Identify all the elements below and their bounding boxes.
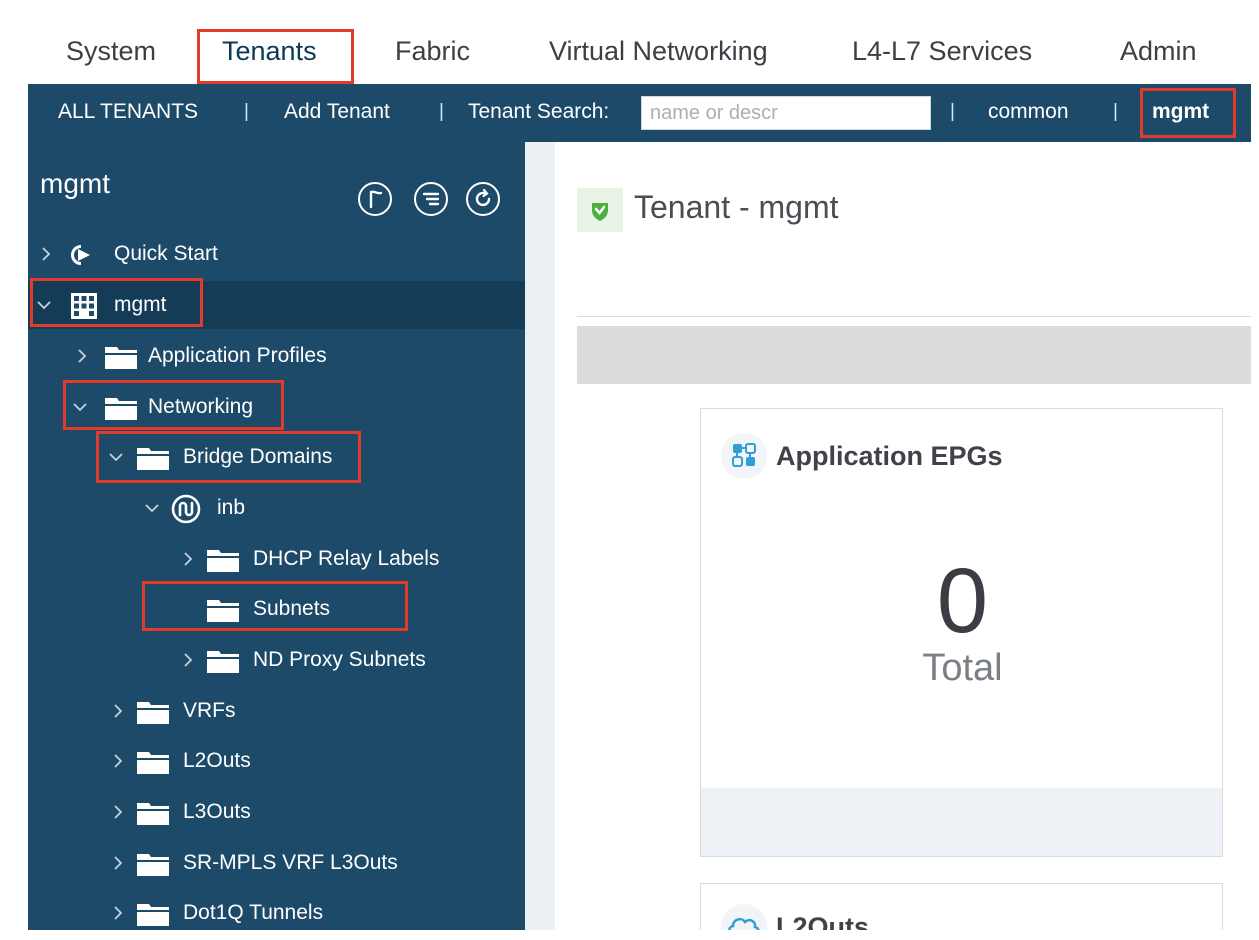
separator: | <box>950 101 955 122</box>
separator: | <box>244 101 249 122</box>
page-title: Tenant - mgmt <box>634 189 839 225</box>
card-footer <box>701 788 1222 856</box>
navigation-sidebar: mgmt Quick Start mgmt Application Profil… <box>28 142 525 930</box>
tab-fabric[interactable]: Fabric <box>395 36 470 67</box>
filter-list-icon[interactable] <box>414 182 448 216</box>
refresh-icon[interactable] <box>466 182 500 216</box>
epg-count: 0 <box>936 550 989 652</box>
tree-item-l3outs[interactable]: L3Outs <box>28 788 525 836</box>
chevron-right-icon[interactable] <box>38 243 54 265</box>
tree-item-label: Dot1Q Tunnels <box>183 901 324 924</box>
top-navigation: System Tenants Fabric Virtual Networking… <box>10 10 1251 84</box>
folder-icon <box>137 803 169 825</box>
application-epgs-card[interactable]: Application EPGs 0 Total <box>700 408 1223 857</box>
tab-admin[interactable]: Admin <box>1120 36 1197 67</box>
folder-icon <box>137 702 169 724</box>
pin-icon[interactable] <box>358 182 392 216</box>
tree-item-label: Quick Start <box>114 242 218 265</box>
chevron-down-icon[interactable] <box>108 446 124 468</box>
card-title: Application EPGs <box>776 441 1003 471</box>
epg-count-caption: Total <box>922 647 1003 689</box>
tree-item-bridge-domains[interactable]: Bridge Domains <box>28 433 525 481</box>
main-content: Tenant - mgmt Application EPGs 0 Total L… <box>555 142 1251 940</box>
chevron-right-icon[interactable] <box>180 548 196 570</box>
tree-item-vrfs[interactable]: VRFs <box>28 687 525 735</box>
folder-icon <box>207 550 239 572</box>
tree-item-networking[interactable]: Networking <box>28 383 525 431</box>
sidebar-title: mgmt <box>40 168 110 199</box>
separator: | <box>439 101 444 122</box>
play-circle-icon <box>71 245 90 265</box>
chevron-right-icon[interactable] <box>180 649 196 671</box>
tree-item-subnets[interactable]: Subnets <box>28 585 525 633</box>
tree-item-label: SR-MPLS VRF L3Outs <box>183 851 398 874</box>
common-tenant-link[interactable]: common <box>988 100 1069 124</box>
tree-item-label: DHCP Relay Labels <box>253 547 440 570</box>
chevron-right-icon[interactable] <box>110 700 126 722</box>
divider <box>577 316 1251 317</box>
tab-tenants[interactable]: Tenants <box>222 36 317 67</box>
tree-item-label: Networking <box>148 395 254 418</box>
tree-item-dhcp-relay-labels[interactable]: DHCP Relay Labels <box>28 535 525 583</box>
tab-virtual-networking[interactable]: Virtual Networking <box>549 36 768 67</box>
tenant-subnav: ALL TENANTS | Add Tenant | Tenant Search… <box>28 84 1251 142</box>
tree-item-sr-mpls-vrf-l3outs[interactable]: SR-MPLS VRF L3Outs <box>28 839 525 887</box>
chevron-right-icon[interactable] <box>110 801 126 823</box>
folder-icon <box>137 448 169 470</box>
folder-icon <box>105 398 137 420</box>
chevron-right-icon[interactable] <box>110 902 126 924</box>
tab-l4-l7-services[interactable]: L4-L7 Services <box>852 36 1032 67</box>
folder-icon <box>207 600 239 622</box>
tree-item-label: inb <box>217 496 246 519</box>
folder-icon <box>137 752 169 774</box>
bridge-domain-icon <box>171 494 201 524</box>
tree-item-label: ND Proxy Subnets <box>253 648 426 671</box>
tenant-search-input[interactable] <box>641 96 931 130</box>
tree-item-l2outs[interactable]: L2Outs <box>28 737 525 785</box>
chevron-down-icon[interactable] <box>72 396 88 418</box>
tree-item-label: Bridge Domains <box>183 445 333 468</box>
tree-item-dot1q-tunnels[interactable]: Dot1Q Tunnels <box>28 889 525 930</box>
folder-icon <box>207 651 239 673</box>
add-tenant-link[interactable]: Add Tenant <box>284 100 390 124</box>
chevron-down-icon[interactable] <box>144 497 160 519</box>
chevron-down-icon[interactable] <box>36 294 52 316</box>
chevron-right-icon[interactable] <box>74 345 90 367</box>
image-bottom-edge <box>0 930 1259 940</box>
shield-icon <box>577 188 623 232</box>
tree-item-quick-start[interactable]: Quick Start <box>28 230 525 278</box>
tree-item-label: mgmt <box>114 293 167 316</box>
separator: | <box>1113 101 1118 122</box>
folder-icon <box>137 854 169 876</box>
tab-system[interactable]: System <box>66 36 156 67</box>
tenant-search-label: Tenant Search: <box>468 100 610 123</box>
pane-resize-divider[interactable] <box>525 142 555 930</box>
tree-item-inb[interactable]: inb <box>28 484 525 532</box>
tree-item-label: L3Outs <box>183 800 251 823</box>
tenant-building-icon <box>71 293 97 319</box>
tree-item-label: VRFs <box>183 699 236 722</box>
all-tenants-link[interactable]: ALL TENANTS <box>58 100 198 124</box>
folder-icon <box>137 904 169 926</box>
chevron-right-icon[interactable] <box>110 750 126 772</box>
tree-item-application-profiles[interactable]: Application Profiles <box>28 332 525 380</box>
folder-icon <box>105 347 137 369</box>
tree-item-label: L2Outs <box>183 749 251 772</box>
tree-item-mgmt[interactable]: mgmt <box>28 281 525 329</box>
tree-item-label: Application Profiles <box>148 344 327 367</box>
toolbar-band <box>577 326 1251 384</box>
chevron-right-icon[interactable] <box>110 852 126 874</box>
application-epg-icon <box>721 433 767 479</box>
tree-item-label: Subnets <box>253 597 331 620</box>
tree-item-nd-proxy-subnets[interactable]: ND Proxy Subnets <box>28 636 525 684</box>
mgmt-tenant-link[interactable]: mgmt <box>1152 100 1209 124</box>
